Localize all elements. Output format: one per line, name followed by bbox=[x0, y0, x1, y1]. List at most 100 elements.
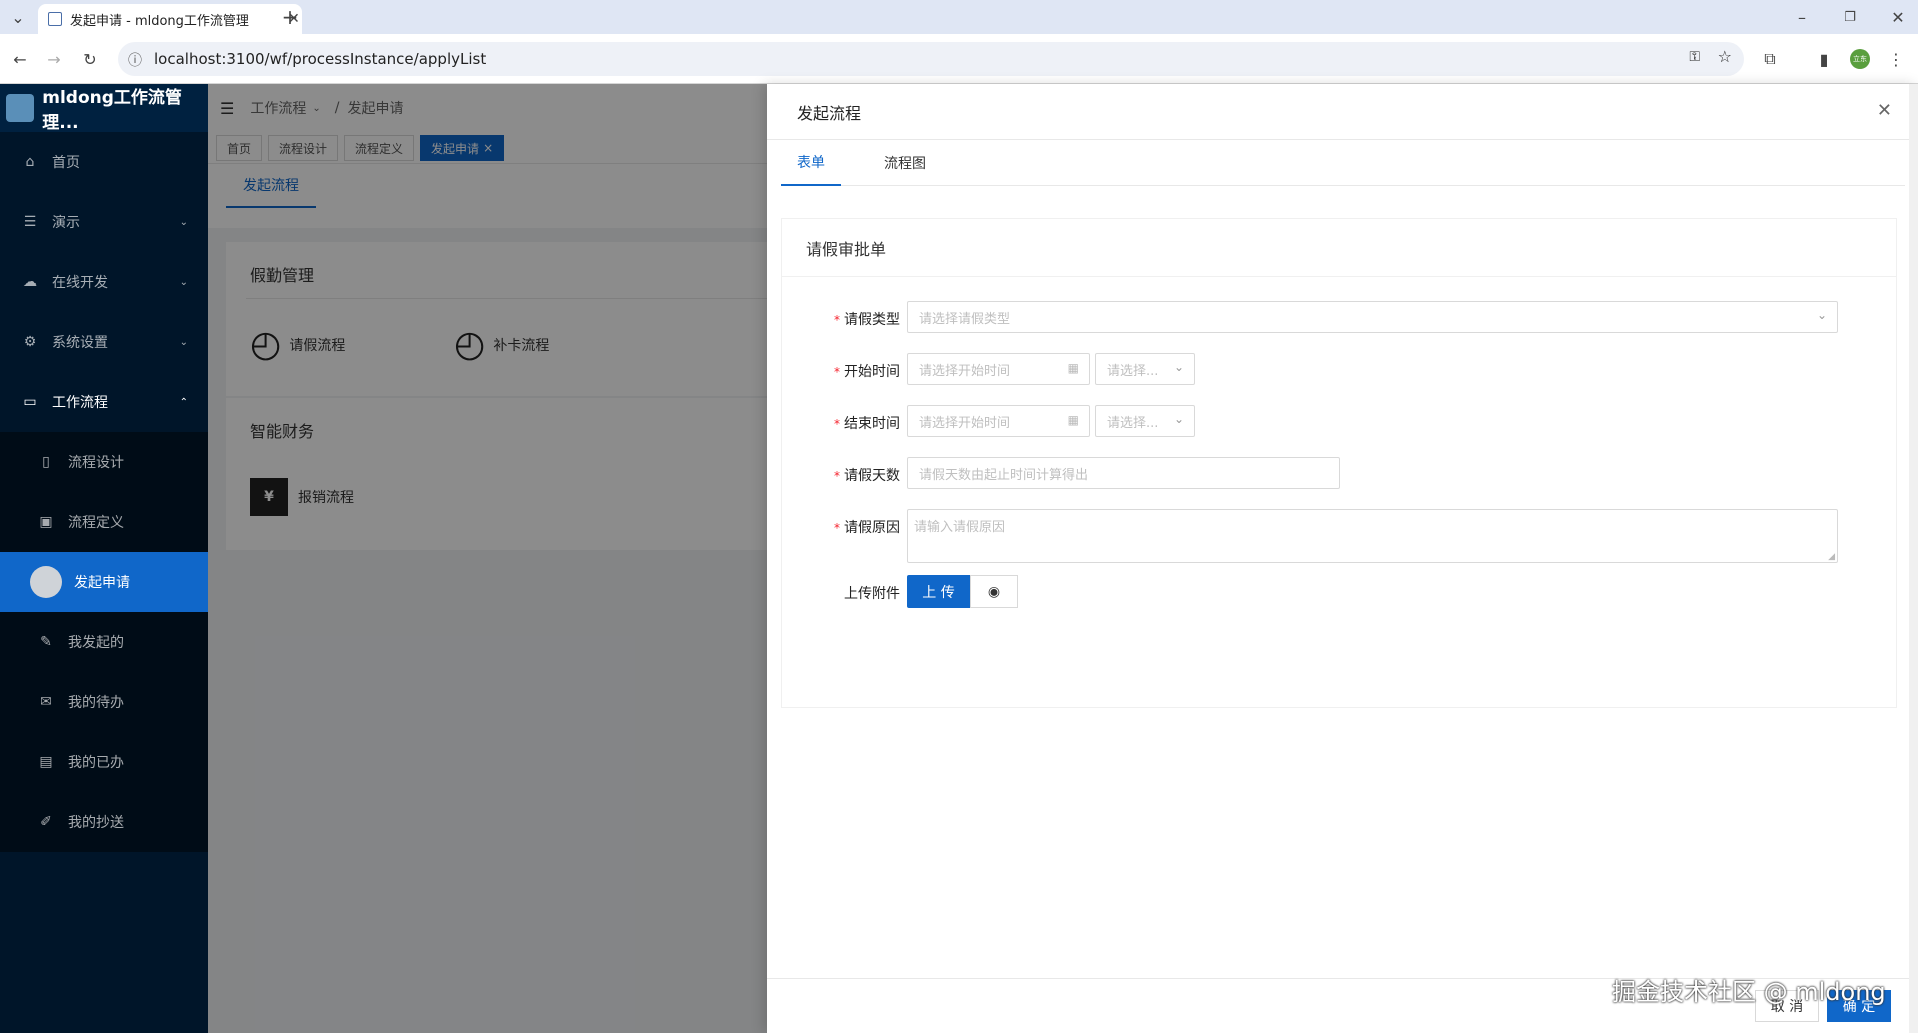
sidebar-item-settings[interactable]: ⚙ 系统设置 ⌄ bbox=[0, 312, 208, 372]
sidebar-item-my-todo[interactable]: ✉ 我的待办 bbox=[0, 672, 208, 732]
browser-tab[interactable]: 发起申请 - mldong工作流管理 ✕ bbox=[38, 4, 302, 34]
browser-address-bar: ← → ↻ ⓘ localhost:3100/wf/processInstanc… bbox=[0, 34, 1918, 84]
bookmark-star-icon[interactable]: ☆ bbox=[1718, 47, 1732, 66]
eye-icon: ◉ bbox=[987, 583, 1001, 600]
calendar-icon: ▦ bbox=[1067, 413, 1079, 427]
tab-flowchart[interactable]: 流程图 bbox=[875, 140, 935, 186]
browser-tab-bar: ⌄ 发起申请 - mldong工作流管理 ✕ + – ❐ ✕ bbox=[0, 0, 1918, 34]
edit-icon: ✎ bbox=[40, 634, 52, 650]
start-time-label: * 开始时间 bbox=[834, 364, 900, 380]
workflow-submenu: ▯ 流程设计 ▣ 流程定义 发起申请 ✎ 我发起的 ✉ 我的待办 ▤ 我的已办 bbox=[0, 432, 208, 852]
sidebar-item-home[interactable]: ⌂ 首页 bbox=[0, 132, 208, 192]
window-close-icon[interactable]: ✕ bbox=[1886, 5, 1910, 29]
calendar-icon: ▦ bbox=[1067, 361, 1079, 375]
app-logo-icon bbox=[6, 94, 35, 122]
back-icon[interactable]: ← bbox=[8, 47, 32, 71]
profile-badge-text: 立东 bbox=[1850, 49, 1870, 69]
start-date-placeholder: 请选择开始时间 bbox=[919, 363, 1011, 379]
sidebar-item-workflow[interactable]: ▭ 工作流程 ⌃ bbox=[0, 372, 208, 432]
restore-icon[interactable]: ❐ bbox=[1838, 5, 1862, 29]
leave-days-placeholder: 请假天数由起止时间计算得出 bbox=[919, 467, 1089, 483]
drawer-tabs: 表单 流程图 bbox=[781, 140, 1905, 186]
sidebar-item-label: 我的待办 bbox=[68, 695, 124, 711]
sidebar-item-my-done[interactable]: ▤ 我的已办 bbox=[0, 732, 208, 792]
side-panel-icon[interactable]: ▮ bbox=[1812, 47, 1836, 71]
browser-tab-title: 发起申请 - mldong工作流管理 bbox=[70, 13, 249, 29]
end-time-label: * 结束时间 bbox=[834, 416, 900, 432]
sidebar-item-start-application[interactable]: 发起申请 bbox=[0, 552, 208, 612]
file-icon: ▯ bbox=[42, 454, 50, 470]
pen-icon: ✐ bbox=[40, 814, 52, 830]
chevron-down-icon: ⌄ bbox=[1173, 412, 1184, 426]
home-icon: ⌂ bbox=[25, 154, 35, 170]
new-tab-icon[interactable]: + bbox=[278, 5, 302, 29]
sidebar-item-process-design[interactable]: ▯ 流程设计 bbox=[0, 432, 208, 492]
sidebar-item-label: 工作流程 bbox=[52, 395, 108, 411]
cloud-icon: ☁ bbox=[23, 274, 37, 290]
page-favicon-icon bbox=[48, 12, 62, 26]
start-process-drawer: 发起流程 ✕ 表单 流程图 请假审批单 * 请假类型 请选择请假类型 ⌄ * 开始时… bbox=[767, 84, 1918, 1033]
chevron-down-icon: ⌄ bbox=[179, 336, 188, 348]
selected-indicator-icon bbox=[30, 566, 62, 598]
leave-days-input[interactable]: 请假天数由起止时间计算得出 bbox=[907, 457, 1340, 489]
chevron-up-icon: ⌃ bbox=[179, 396, 188, 408]
sidebar-item-label: 系统设置 bbox=[52, 335, 108, 351]
drawer-scrollbar[interactable] bbox=[1909, 84, 1918, 1033]
sidebar-item-label: 首页 bbox=[52, 155, 80, 171]
reload-icon[interactable]: ↻ bbox=[78, 47, 102, 71]
preview-button[interactable]: ◉ bbox=[970, 575, 1018, 608]
sidebar-item-label: 发起申请 bbox=[74, 575, 130, 591]
profile-avatar[interactable]: 立东 bbox=[1848, 47, 1872, 71]
leave-days-label: * 请假天数 bbox=[834, 468, 900, 484]
book-icon: ▤ bbox=[39, 754, 53, 770]
sidebar-item-process-definition[interactable]: ▣ 流程定义 bbox=[0, 492, 208, 552]
end-date-picker[interactable]: 请选择开始时间 ▦ bbox=[907, 405, 1090, 437]
close-icon[interactable]: ✕ bbox=[1877, 100, 1892, 121]
password-key-icon[interactable]: ⚿ bbox=[1689, 49, 1700, 65]
extensions-icon[interactable]: ⧉ bbox=[1758, 47, 1782, 71]
sidebar-item-online-dev[interactable]: ☁ 在线开发 ⌄ bbox=[0, 252, 208, 312]
sidebar-item-demo[interactable]: ☰ 演示 ⌄ bbox=[0, 192, 208, 252]
sidebar-item-label: 流程设计 bbox=[68, 455, 124, 471]
sidebar: mldong工作流管理... ⌂ 首页 ☰ 演示 ⌄ ☁ 在线开发 ⌄ ⚙ 系统… bbox=[0, 84, 208, 1033]
desktop-icon: ▭ bbox=[23, 394, 37, 410]
sidebar-item-my-cc[interactable]: ✐ 我的抄送 bbox=[0, 792, 208, 852]
end-date-placeholder: 请选择开始时间 bbox=[919, 415, 1011, 431]
browser-menu-icon[interactable]: ⋮ bbox=[1884, 47, 1908, 71]
sidebar-item-label: 流程定义 bbox=[68, 515, 124, 531]
chevron-down-icon: ⌄ bbox=[179, 276, 188, 288]
leave-type-label: * 请假类型 bbox=[834, 312, 900, 328]
leave-reason-placeholder: 请输入请假原因 bbox=[914, 520, 1006, 535]
tab-search-chevron-icon[interactable]: ⌄ bbox=[6, 5, 30, 29]
sidebar-item-label: 演示 bbox=[52, 215, 80, 231]
end-period-select[interactable]: 请选择... ⌄ bbox=[1095, 405, 1195, 437]
start-period-select[interactable]: 请选择... ⌄ bbox=[1095, 353, 1195, 385]
start-period-placeholder: 请选择... bbox=[1107, 363, 1159, 379]
leave-reason-textarea[interactable]: 请输入请假原因 ◢ bbox=[907, 509, 1838, 563]
drawer-mask[interactable] bbox=[208, 84, 768, 1033]
drawer-title: 发起流程 bbox=[797, 103, 862, 123]
forward-icon[interactable]: → bbox=[42, 47, 66, 71]
leave-type-select[interactable]: 请选择请假类型 ⌄ bbox=[907, 301, 1838, 333]
url-text: localhost:3100/wf/processInstance/applyL… bbox=[154, 50, 487, 68]
sidebar-item-label: 我的抄送 bbox=[68, 815, 124, 831]
chevron-down-icon: ⌄ bbox=[1816, 308, 1827, 322]
leave-type-placeholder: 请选择请假类型 bbox=[919, 311, 1011, 327]
resize-handle-icon[interactable]: ◢ bbox=[1828, 552, 1835, 562]
form-title: 请假审批单 bbox=[782, 219, 1896, 277]
start-date-picker[interactable]: 请选择开始时间 ▦ bbox=[907, 353, 1090, 385]
chevron-down-icon: ⌄ bbox=[1173, 360, 1184, 374]
upload-button[interactable]: 上 传 bbox=[907, 575, 970, 608]
site-info-icon[interactable]: ⓘ bbox=[128, 50, 142, 70]
minimize-icon[interactable]: – bbox=[1790, 5, 1814, 29]
list-icon: ☰ bbox=[23, 214, 37, 230]
watermark: 掘金技术社区 @ mldong bbox=[1612, 978, 1886, 1006]
tab-form[interactable]: 表单 bbox=[781, 140, 841, 186]
chevron-down-icon: ⌄ bbox=[179, 216, 188, 228]
url-input[interactable]: ⓘ localhost:3100/wf/processInstance/appl… bbox=[118, 42, 1744, 76]
mail-icon: ✉ bbox=[40, 694, 52, 710]
logo-row: mldong工作流管理... bbox=[0, 84, 208, 133]
sidebar-item-label: 我发起的 bbox=[68, 635, 124, 651]
sidebar-item-label: 在线开发 bbox=[52, 275, 108, 291]
sidebar-item-my-initiated[interactable]: ✎ 我发起的 bbox=[0, 612, 208, 672]
